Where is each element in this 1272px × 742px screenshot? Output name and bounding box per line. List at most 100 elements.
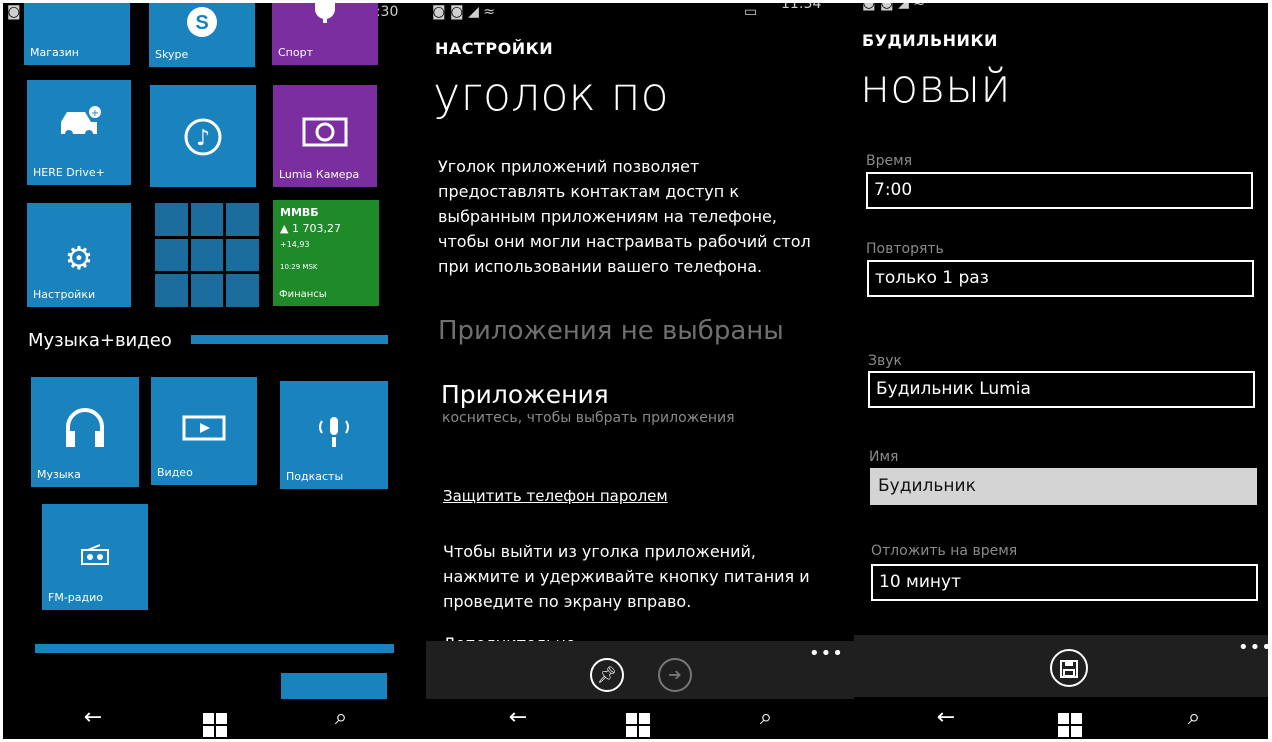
tile-store[interactable]: Магазин — [24, 3, 130, 65]
tile-lumia-camera[interactable]: Lumia Камера — [273, 85, 377, 187]
gear-icon: ⚙ — [64, 239, 94, 277]
tile-label: Финансы — [279, 289, 327, 300]
music-note-icon: ♪ — [150, 115, 256, 163]
tile-fm-radio[interactable]: FM-радио — [42, 504, 148, 610]
snooze-label: Отложить на время — [871, 543, 1018, 559]
nav-bar: ← ⌕ — [854, 699, 1268, 739]
search-button[interactable]: ⌕ — [321, 705, 361, 730]
tile-finance[interactable]: ММВБ ▲ 1 703,27 +14,93 10:29 MSK Финансы — [273, 200, 379, 306]
app-bar: 📌︎ ➔ ••• — [426, 641, 854, 703]
description-line: чтобы они могли настраивать рабочий стол — [438, 232, 811, 251]
group-divider — [35, 644, 394, 653]
forward-button[interactable]: ➔ — [658, 658, 692, 692]
tile-label: Спорт — [278, 46, 313, 59]
exit-line: проведите по экрану вправо. — [443, 592, 692, 611]
tile-music[interactable]: Музыка — [31, 377, 139, 487]
status-bar: ◙ ◙ ◢ ≈ — [854, 3, 1268, 23]
tile-label: Видео — [157, 466, 193, 479]
protect-password-link[interactable]: Защитить телефон паролем — [443, 487, 668, 505]
windows-button[interactable] — [1050, 705, 1090, 737]
finance-change: +14,93 — [280, 240, 310, 249]
description-line: Уголок приложений позволяет — [438, 157, 700, 176]
tile-skype[interactable]: S Skype — [149, 3, 255, 67]
windows-icon — [203, 713, 227, 737]
finance-index: ММВБ — [280, 206, 319, 219]
exit-instructions: Чтобы выйти из уголка приложений, нажмит… — [443, 539, 810, 614]
video-icon — [151, 415, 257, 445]
svg-text:+: + — [91, 108, 99, 119]
tile-music-player[interactable]: ♪ — [150, 85, 256, 187]
radio-icon — [42, 544, 148, 570]
back-button[interactable]: ← — [926, 705, 966, 730]
name-label: Имя — [869, 449, 899, 465]
tile-label: Настройки — [33, 288, 96, 301]
nav-bar: ← ⌕ — [426, 699, 854, 739]
tile-video[interactable]: Видео — [151, 377, 257, 485]
pin-button[interactable]: 📌︎ — [590, 658, 624, 692]
section-title: НАСТРОЙКИ — [435, 39, 554, 58]
nav-bar: ← ⌕ — [3, 699, 426, 739]
skype-icon: S — [149, 5, 255, 43]
status-bar: ◙ ◙ ◢ ≈ ▭ 11:34 — [426, 3, 854, 23]
page-title: уголок по — [433, 67, 669, 121]
tile-label: Подкасты — [286, 470, 344, 483]
back-button[interactable]: ← — [73, 705, 113, 730]
finance-time: 10:29 MSK — [280, 263, 318, 271]
app-bar: ••• — [854, 635, 1268, 697]
svg-text:S: S — [195, 12, 208, 34]
group-divider — [191, 335, 388, 344]
search-button[interactable]: ⌕ — [746, 705, 786, 730]
tile-settings[interactable]: ⚙ Настройки — [27, 203, 131, 307]
description: Уголок приложений позволяет предоставлят… — [438, 154, 811, 279]
tile-podcasts[interactable]: Подкасты — [280, 381, 388, 489]
name-field[interactable]: Будильник — [870, 468, 1257, 505]
tile-label: HERE Drive+ — [33, 166, 105, 179]
windows-icon — [626, 713, 650, 737]
no-apps-label: Приложения не выбраны — [438, 316, 784, 346]
more-button[interactable]: ••• — [809, 643, 844, 664]
exit-line: Чтобы выйти из уголка приложений, — [443, 542, 756, 561]
windows-icon — [1058, 713, 1082, 737]
more-link-cut[interactable]: Дополнительно — [443, 631, 576, 641]
description-line: выбранным приложениям на телефоне, — [438, 207, 777, 226]
section-title: БУДИЛЬНИКИ — [862, 31, 998, 50]
repeat-label: Повторять — [866, 241, 944, 257]
pin-icon: 📌︎ — [596, 665, 618, 684]
settings-screen: ◙ ◙ ◢ ≈ ▭ 11:34 НАСТРОЙКИ уголок по Угол… — [426, 3, 854, 739]
svg-text:♪: ♪ — [196, 126, 210, 151]
tile-here-drive[interactable]: + HERE Drive+ — [27, 80, 131, 185]
trophy-icon — [272, 3, 378, 27]
sound-field[interactable]: Будильник Lumia — [868, 371, 1255, 408]
apps-heading[interactable]: Приложения — [441, 380, 609, 409]
microphone-icon — [280, 415, 388, 453]
description-line: предоставлять контактам доступ к — [438, 182, 739, 201]
time-field[interactable]: 7:00 — [866, 172, 1253, 209]
save-icon — [1060, 658, 1078, 678]
tile-label: Skype — [155, 48, 189, 61]
back-button[interactable]: ← — [498, 705, 538, 730]
windows-button[interactable] — [618, 705, 658, 737]
tile-sport[interactable]: Спорт — [272, 3, 378, 65]
battery-icon: ▭ — [744, 4, 758, 20]
signal-icons: ◙ ◙ ◢ ≈ — [432, 4, 496, 20]
more-button[interactable]: ••• — [1238, 637, 1268, 658]
sound-label: Звук — [868, 353, 902, 369]
tile-group-folder[interactable] — [155, 203, 259, 307]
camera-icon — [273, 115, 377, 151]
tile-label: FM-радио — [48, 591, 103, 604]
finance-value: ▲ 1 703,27 — [280, 222, 341, 235]
signal-icons: ◙ ◙ ◢ ≈ — [862, 3, 926, 11]
description-line: при использовании вашего телефона. — [438, 257, 763, 276]
snooze-field[interactable]: 10 минут — [871, 564, 1258, 601]
car-icon: + — [27, 106, 131, 146]
page-title: новый — [860, 59, 1011, 113]
arrow-right-icon: ➔ — [668, 665, 682, 684]
tile-label: Музыка — [37, 468, 81, 481]
alarm-screen: ◙ ◙ ◢ ≈ БУДИЛЬНИКИ новый Время 7:00 Повт… — [854, 3, 1268, 739]
windows-button[interactable] — [195, 705, 235, 737]
group-title: Музыка+видео — [28, 330, 172, 351]
repeat-field[interactable]: только 1 раз — [867, 260, 1254, 297]
apps-hint[interactable]: коснитесь, чтобы выбрать приложения — [442, 410, 735, 426]
save-button[interactable] — [1050, 649, 1088, 687]
search-button[interactable]: ⌕ — [1174, 705, 1214, 730]
